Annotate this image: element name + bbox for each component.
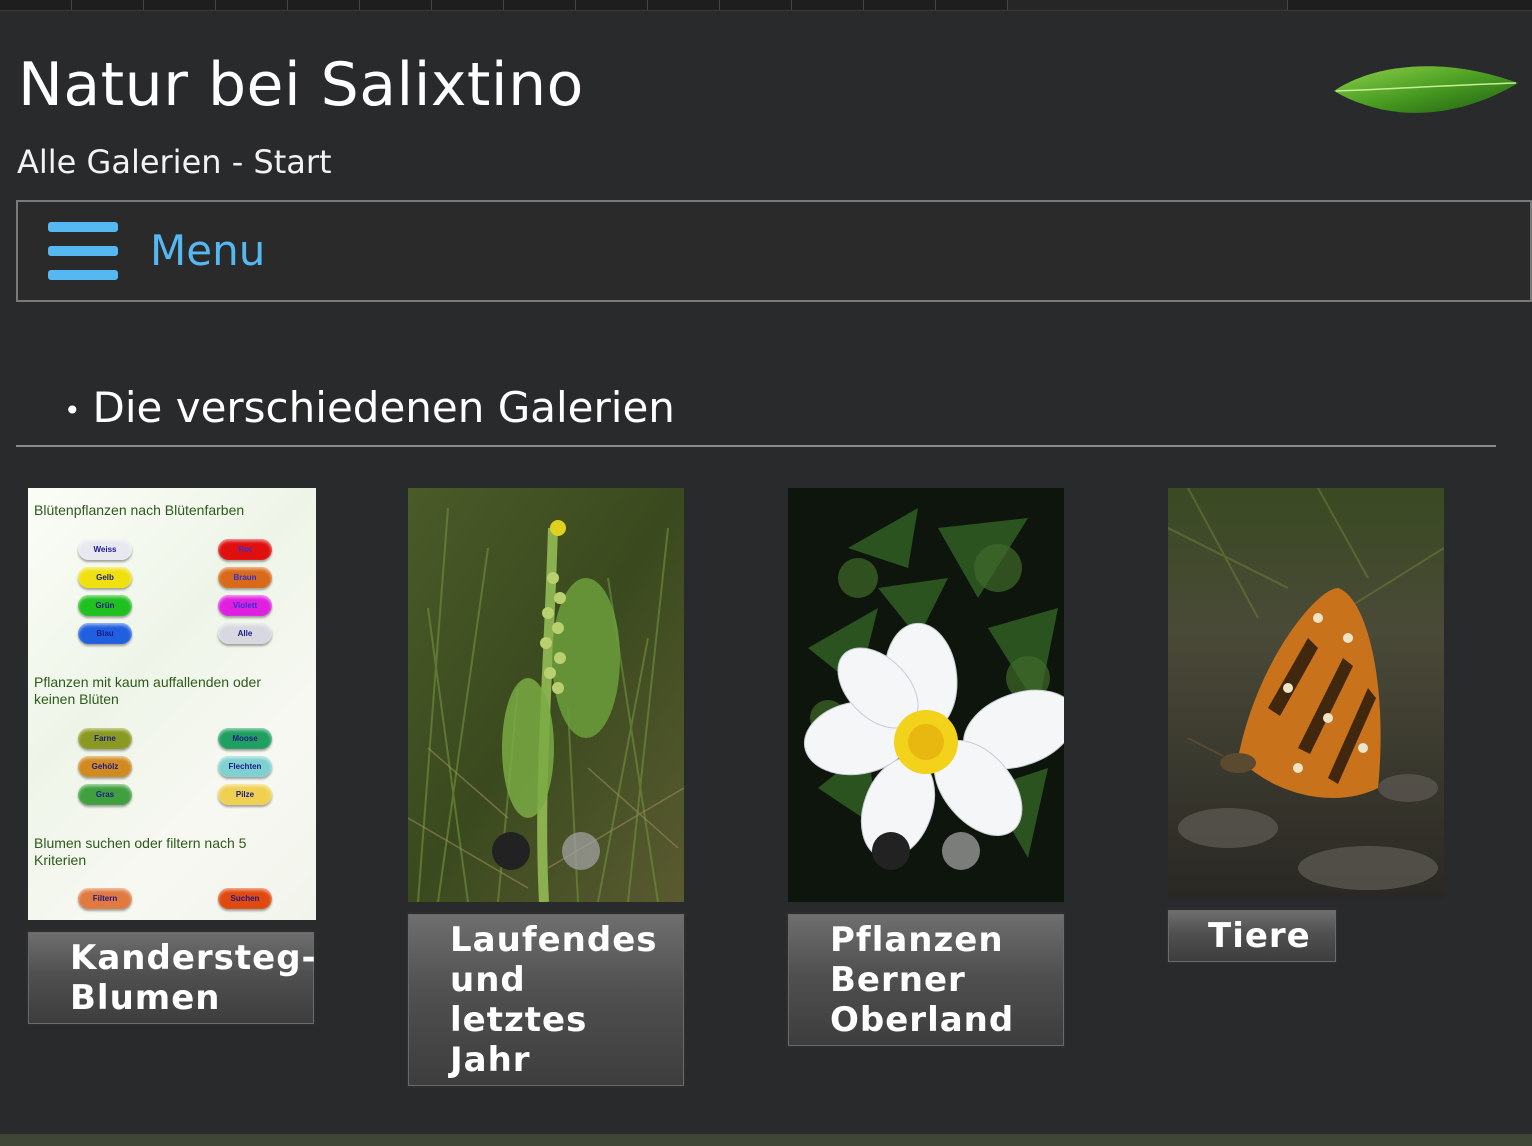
filter-pill-rot[interactable]: Rot [218, 539, 272, 560]
gallery-thumb-laufendes[interactable] [408, 488, 684, 902]
menu-toggle[interactable]: Menu [16, 200, 1532, 302]
gallery-caption[interactable]: Pflanzen Berner Oberland [830, 920, 1014, 1040]
filter-pill-grün[interactable]: Grün [78, 595, 132, 616]
gallery-button-tiere[interactable]: Tiere [1166, 908, 1338, 964]
butterfly-photo [1168, 488, 1444, 898]
bullet-icon: • [64, 394, 81, 427]
divider [16, 445, 1496, 447]
filter-pill-gehölz[interactable]: Gehölz [78, 756, 132, 777]
carousel-dot-active[interactable] [492, 832, 530, 870]
gallery-button-kandersteg[interactable]: Kandersteg- Blumen [26, 930, 316, 1026]
filter-pill-pilze[interactable]: Pilze [218, 784, 272, 805]
hamburger-icon[interactable] [48, 220, 120, 284]
filter-pill-farne[interactable]: Farne [78, 728, 132, 749]
filter-pill-braun[interactable]: Braun [218, 567, 272, 588]
gallery-button-berner-oberland[interactable]: Pflanzen Berner Oberland [786, 912, 1066, 1048]
thumb-heading: Blütenpflanzen nach Blütenfarben [34, 502, 245, 518]
section-heading: • Die verschiedenen Galerien [64, 383, 675, 432]
section-heading-text: Die verschiedenen Galerien [92, 383, 675, 432]
gallery-caption[interactable]: Tiere [1208, 916, 1311, 956]
page-subtitle: Alle Galerien - Start [17, 143, 332, 181]
background-strip [0, 1134, 1532, 1146]
thumb-heading: Blumen suchen oder filtern nach 5 Kriter… [34, 835, 247, 868]
flower-photo [788, 488, 1064, 902]
browser-tab-strip [0, 0, 1532, 11]
filter-pill-flechten[interactable]: Flechten [218, 756, 272, 777]
gallery-thumb-berner-oberland[interactable] [788, 488, 1064, 902]
filter-pill-suchen[interactable]: Suchen [218, 888, 272, 909]
filter-pill-weiss[interactable]: Weiss [78, 539, 132, 560]
carousel-dot-active[interactable] [872, 832, 910, 870]
filter-pill-gelb[interactable]: Gelb [78, 567, 132, 588]
filter-pill-gras[interactable]: Gras [78, 784, 132, 805]
gallery-thumb-kandersteg[interactable]: Blütenpflanzen nach Blütenfarben Weiss Ro… [28, 488, 316, 920]
leaf-icon [1334, 66, 1518, 113]
menu-label[interactable]: Menu [150, 226, 265, 275]
gallery-caption[interactable]: Kandersteg- Blumen [70, 938, 317, 1018]
plant-photo [408, 488, 684, 902]
thumb-heading: Pflanzen mit kaum auffallenden oder kein… [34, 674, 261, 707]
gallery-caption[interactable]: Laufendes und letztes Jahr [450, 920, 658, 1080]
filter-pill-blau[interactable]: Blau [78, 623, 132, 644]
filter-pill-alle[interactable]: Alle [218, 623, 272, 644]
carousel-dot[interactable] [942, 832, 980, 870]
gallery-button-laufendes[interactable]: Laufendes und letztes Jahr [406, 912, 686, 1088]
gallery-thumb-tiere[interactable] [1168, 488, 1444, 898]
filter-pill-violett[interactable]: Violett [218, 595, 272, 616]
carousel-dot[interactable] [562, 832, 600, 870]
filter-pill-moose[interactable]: Moose [218, 728, 272, 749]
site-title: Natur bei Salixtino [18, 50, 584, 120]
filter-pill-filtern[interactable]: Filtern [78, 888, 132, 909]
